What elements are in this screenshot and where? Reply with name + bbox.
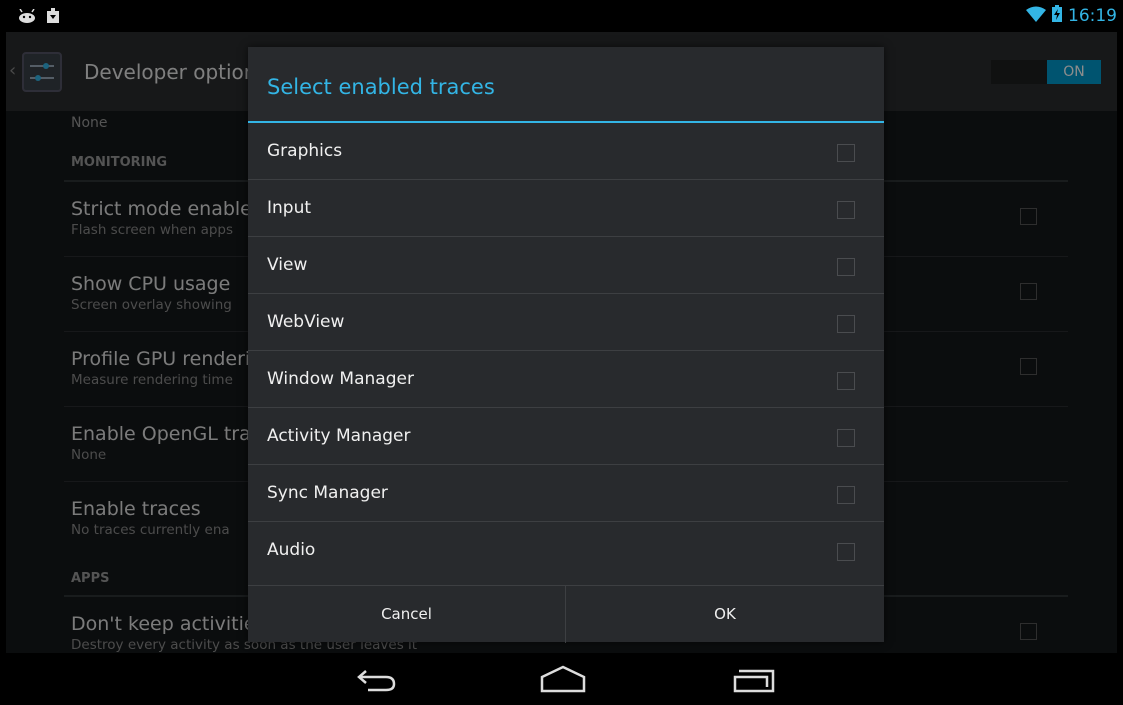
trace-label: Graphics: [267, 141, 343, 161]
trace-checkbox[interactable]: [837, 258, 855, 276]
trace-item-window-manager[interactable]: Window Manager: [248, 352, 884, 408]
item-divider: [248, 350, 884, 351]
cancel-button[interactable]: Cancel: [248, 586, 565, 643]
ok-button[interactable]: OK: [566, 586, 884, 643]
trace-checkbox[interactable]: [837, 543, 855, 561]
item-divider: [248, 407, 884, 408]
android-debug-icon: [18, 8, 36, 28]
trace-label: Activity Manager: [267, 426, 411, 446]
back-icon[interactable]: [356, 667, 398, 697]
item-divider: [248, 179, 884, 180]
trace-item-audio[interactable]: Audio: [248, 523, 884, 579]
dialog-title-divider: [248, 121, 884, 123]
home-icon[interactable]: [540, 665, 586, 697]
dialog-button-bar: Cancel OK: [248, 585, 884, 643]
item-divider: [248, 521, 884, 522]
trace-label: View: [267, 255, 308, 275]
trace-label: Window Manager: [267, 369, 414, 389]
status-time: 16:19: [1068, 6, 1117, 26]
trace-label: Input: [267, 198, 312, 218]
trace-item-input[interactable]: Input: [248, 181, 884, 237]
select-traces-dialog: Select enabled traces Graphics Input Vie…: [248, 47, 884, 643]
developer-options-screen: ‹ Developer options ON None MONITORING S…: [6, 32, 1117, 653]
trace-checkbox[interactable]: [837, 486, 855, 504]
trace-item-graphics[interactable]: Graphics: [248, 124, 884, 180]
trace-item-activity-manager[interactable]: Activity Manager: [248, 409, 884, 465]
status-bar: 16:19: [0, 0, 1123, 32]
trace-checkbox[interactable]: [837, 429, 855, 447]
trace-item-sync-manager[interactable]: Sync Manager: [248, 466, 884, 522]
wifi-icon: [1026, 6, 1046, 27]
trace-checkbox[interactable]: [837, 372, 855, 390]
trace-checkbox[interactable]: [837, 144, 855, 162]
recents-icon[interactable]: [733, 667, 775, 697]
trace-item-view[interactable]: View: [248, 238, 884, 294]
dialog-title: Select enabled traces: [267, 75, 495, 99]
item-divider: [248, 236, 884, 237]
navigation-bar: [0, 653, 1123, 705]
download-icon: [46, 8, 60, 28]
trace-checkbox[interactable]: [837, 201, 855, 219]
battery-icon: [1052, 5, 1062, 27]
item-divider: [248, 293, 884, 294]
trace-checkbox[interactable]: [837, 315, 855, 333]
item-divider: [248, 464, 884, 465]
trace-label: Sync Manager: [267, 483, 388, 503]
trace-label: WebView: [267, 312, 345, 332]
trace-label: Audio: [267, 540, 316, 560]
trace-item-webview[interactable]: WebView: [248, 295, 884, 351]
